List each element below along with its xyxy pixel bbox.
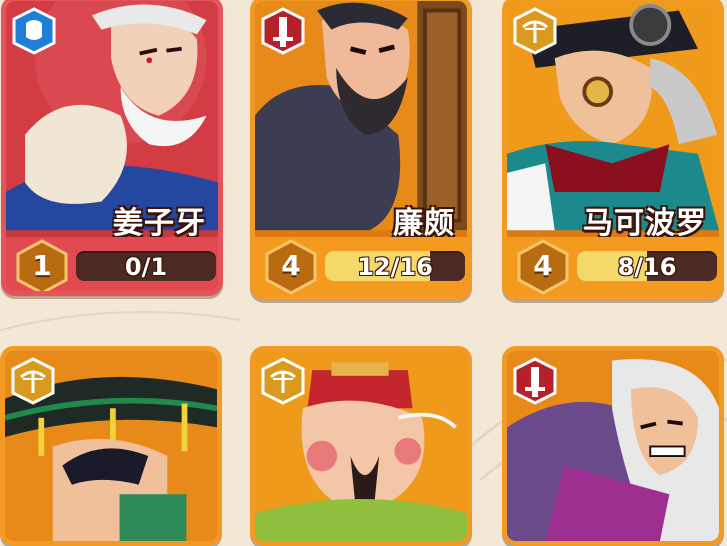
card-footer: 1 0/1: [6, 237, 218, 291]
shard-progress-text: 0/1: [124, 253, 168, 281]
card-footer: 4 12/16: [255, 237, 467, 295]
crossbow-icon: [261, 357, 305, 405]
sword-icon: [513, 357, 557, 405]
hero-card-6[interactable]: [502, 346, 724, 546]
hero-name: 廉颇: [393, 206, 455, 241]
shard-progress-bar: 8/16: [577, 251, 717, 281]
hero-card-jiang-ziya[interactable]: 姜子牙 1 0/1: [1, 0, 223, 296]
hero-card-lian-po[interactable]: 廉颇 4 12/16: [250, 0, 472, 300]
hero-level: 4: [533, 249, 553, 282]
card-footer: 4 8/16: [507, 237, 719, 295]
shard-progress-text: 12/16: [357, 253, 433, 281]
hero-card-marco-polo[interactable]: 马可波罗 4 8/16: [502, 0, 724, 300]
sword-icon: [261, 7, 305, 55]
hero-level: 4: [281, 249, 301, 282]
hero-card-4[interactable]: [0, 346, 222, 546]
hero-name: 马可波罗: [583, 206, 707, 241]
hero-card-5[interactable]: [250, 346, 472, 546]
shard-progress-bar: 12/16: [325, 251, 465, 281]
hero-name: 姜子牙: [113, 206, 206, 241]
hero-level: 1: [32, 249, 52, 282]
shield-icon: [12, 7, 56, 55]
shard-progress-bar: 0/1: [76, 251, 216, 281]
shard-progress-text: 8/16: [617, 253, 677, 281]
crossbow-icon: [11, 357, 55, 405]
crossbow-icon: [513, 7, 557, 55]
